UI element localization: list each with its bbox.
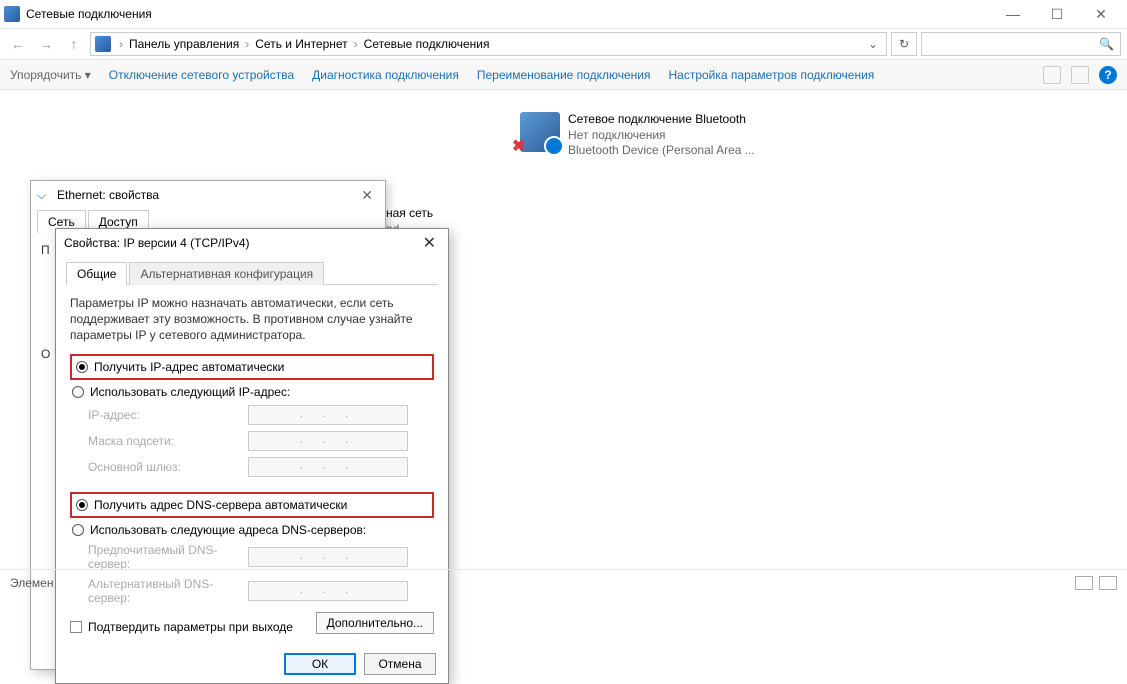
search-input[interactable]: 🔍 <box>921 32 1121 56</box>
maximize-button[interactable]: ☐ <box>1035 0 1079 28</box>
status-bar: Элемен <box>0 569 1127 595</box>
label-gateway: Основной шлюз: <box>88 460 248 474</box>
refresh-button[interactable]: ↻ <box>891 32 917 56</box>
input-ip-address: . . . <box>248 405 408 425</box>
tab-general[interactable]: Общие <box>66 262 127 285</box>
dialog2-title: Свойства: IP версии 4 (TCP/IPv4) <box>64 236 250 250</box>
adapter-item-bluetooth[interactable]: ✖ Сетевое подключение Bluetooth Нет подк… <box>520 112 755 159</box>
radio-icon <box>76 499 88 511</box>
radio-icon <box>72 386 84 398</box>
input-preferred-dns: . . . <box>248 547 408 567</box>
cancel-button[interactable]: Отмена <box>364 653 436 675</box>
radio-icon <box>76 361 88 373</box>
adapter-device: Bluetooth Device (Personal Area ... <box>568 143 755 159</box>
connections-list: ная сеть nd ork Adap... ✖ Сетевое подклю… <box>0 90 1127 560</box>
status-text: Элемен <box>10 576 53 590</box>
forward-button[interactable]: → <box>34 32 58 56</box>
rename-link[interactable]: Переименование подключения <box>477 68 651 82</box>
label-ip-address: IP-адрес: <box>88 408 248 422</box>
window-title: Сетевые подключения <box>26 7 991 21</box>
highlight-dns-auto: Получить адрес DNS-сервера автоматически <box>70 492 434 518</box>
adapter-name: Сетевое подключение Bluetooth <box>568 112 755 128</box>
diagnose-link[interactable]: Диагностика подключения <box>312 68 459 82</box>
address-dropdown-icon[interactable]: ⌄ <box>864 37 882 51</box>
help-icon[interactable]: ? <box>1099 66 1117 84</box>
radio-obtain-ip-auto[interactable]: Получить IP-адрес автоматически <box>74 357 430 377</box>
app-icon <box>4 6 20 22</box>
ok-button[interactable]: ОК <box>284 653 356 675</box>
close-button[interactable]: ✕ <box>1079 0 1123 28</box>
up-button[interactable]: ↑ <box>62 32 86 56</box>
advanced-button[interactable]: Дополнительно... <box>316 612 434 634</box>
command-toolbar: Упорядочить ▾ Отключение сетевого устрой… <box>0 60 1127 90</box>
radio-use-dns[interactable]: Использовать следующие адреса DNS-сервер… <box>70 520 434 540</box>
tab-alternate-config[interactable]: Альтернативная конфигурация <box>129 262 324 285</box>
checkbox-icon <box>70 621 82 633</box>
ipv4-properties-dialog: Свойства: IP версии 4 (TCP/IPv4) ✕ Общие… <box>55 228 449 684</box>
adapter-status: Нет подключения <box>568 128 755 144</box>
label-preferred-dns: Предпочитаемый DNS-сервер: <box>88 543 248 571</box>
radio-use-ip[interactable]: Использовать следующий IP-адрес: <box>70 382 434 402</box>
address-bar[interactable]: › Панель управления › Сеть и Интернет › … <box>90 32 887 56</box>
location-icon <box>95 36 111 52</box>
crumb-control-panel[interactable]: Панель управления <box>127 37 241 51</box>
input-subnet-mask: . . . <box>248 431 408 451</box>
ethernet-icon: ⌵ <box>37 188 51 202</box>
minimize-button[interactable]: — <box>991 0 1035 28</box>
highlight-ip-auto: Получить IP-адрес автоматически <box>70 354 434 380</box>
bluetooth-adapter-icon: ✖ <box>520 112 560 152</box>
dialog1-title: Ethernet: свойства <box>57 188 159 202</box>
ipv4-description: Параметры IP можно назначать автоматичес… <box>70 295 434 344</box>
search-icon: 🔍 <box>1099 37 1114 51</box>
radio-icon <box>72 524 84 536</box>
crumb-connections[interactable]: Сетевые подключения <box>362 37 492 51</box>
view-options-icon[interactable] <box>1043 66 1061 84</box>
dialog1-close-button[interactable]: ✕ <box>355 187 379 204</box>
back-button[interactable]: ← <box>6 32 30 56</box>
organize-menu[interactable]: Упорядочить ▾ <box>10 68 91 82</box>
preview-pane-icon[interactable] <box>1071 66 1089 84</box>
crumb-network[interactable]: Сеть и Интернет <box>253 37 349 51</box>
window-titlebar: Сетевые подключения — ☐ ✕ <box>0 0 1127 28</box>
dialog2-close-button[interactable]: ✕ <box>419 233 440 253</box>
label-subnet-mask: Маска подсети: <box>88 434 248 448</box>
view-details-icon[interactable] <box>1075 576 1093 590</box>
view-large-icon[interactable] <box>1099 576 1117 590</box>
navigation-bar: ← → ↑ › Панель управления › Сеть и Интер… <box>0 28 1127 60</box>
disable-device-link[interactable]: Отключение сетевого устройства <box>109 68 294 82</box>
input-gateway: . . . <box>248 457 408 477</box>
radio-obtain-dns-auto[interactable]: Получить адрес DNS-сервера автоматически <box>74 495 430 515</box>
connection-settings-link[interactable]: Настройка параметров подключения <box>668 68 874 82</box>
